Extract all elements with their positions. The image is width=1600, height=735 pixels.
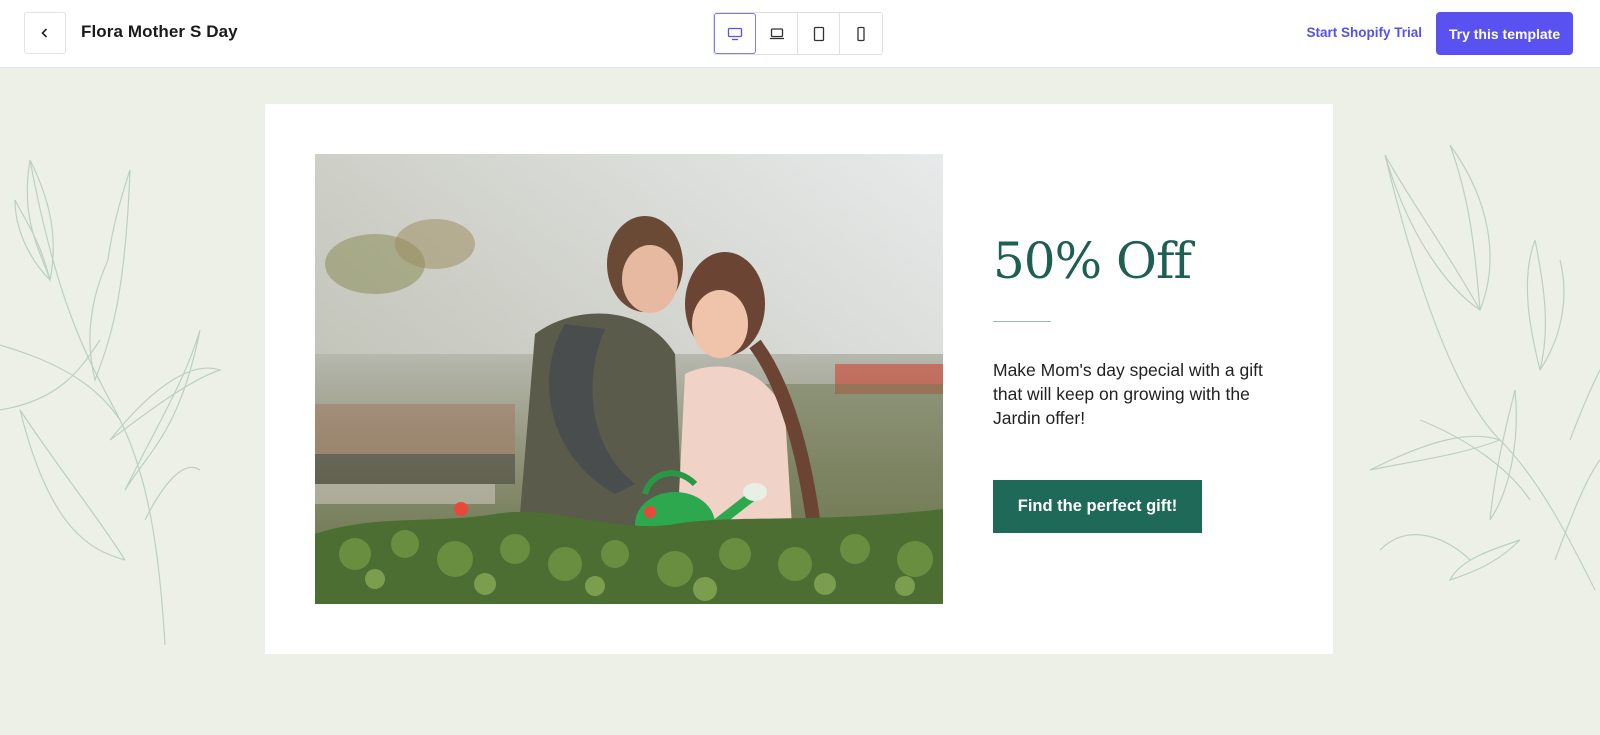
- laptop-view-button[interactable]: [756, 13, 798, 54]
- laptop-icon: [769, 27, 784, 39]
- device-switcher: [713, 12, 883, 55]
- tablet-icon: [813, 26, 824, 41]
- top-bar: Flora Mother S Day Start Shopify Trial T…: [0, 0, 1600, 68]
- offer-description: Make Mom's day special with a gift that …: [993, 360, 1263, 428]
- hero-photo: [315, 154, 943, 604]
- leaf-decoration-left: [0, 159, 222, 646]
- headline-divider: [993, 321, 1051, 322]
- find-gift-button[interactable]: Find the perfect gift!: [993, 480, 1202, 533]
- mobile-icon: [857, 26, 865, 41]
- start-trial-link[interactable]: Start Shopify Trial: [1306, 25, 1422, 40]
- photo-illustration: [315, 154, 943, 604]
- mobile-view-button[interactable]: [840, 13, 882, 54]
- template-title: Flora Mother S Day: [81, 22, 238, 41]
- promo-card: 50% Off Make Mom's day special with a gi…: [265, 104, 1333, 654]
- leaf-decoration-right: [1370, 144, 1600, 591]
- back-button[interactable]: [24, 12, 66, 54]
- try-template-button[interactable]: Try this template: [1436, 12, 1573, 55]
- desktop-view-button[interactable]: [714, 13, 756, 54]
- tablet-view-button[interactable]: [798, 13, 840, 54]
- discount-headline: 50% Off: [993, 232, 1192, 290]
- chevron-left-icon: [41, 28, 48, 38]
- desktop-icon: [727, 27, 742, 40]
